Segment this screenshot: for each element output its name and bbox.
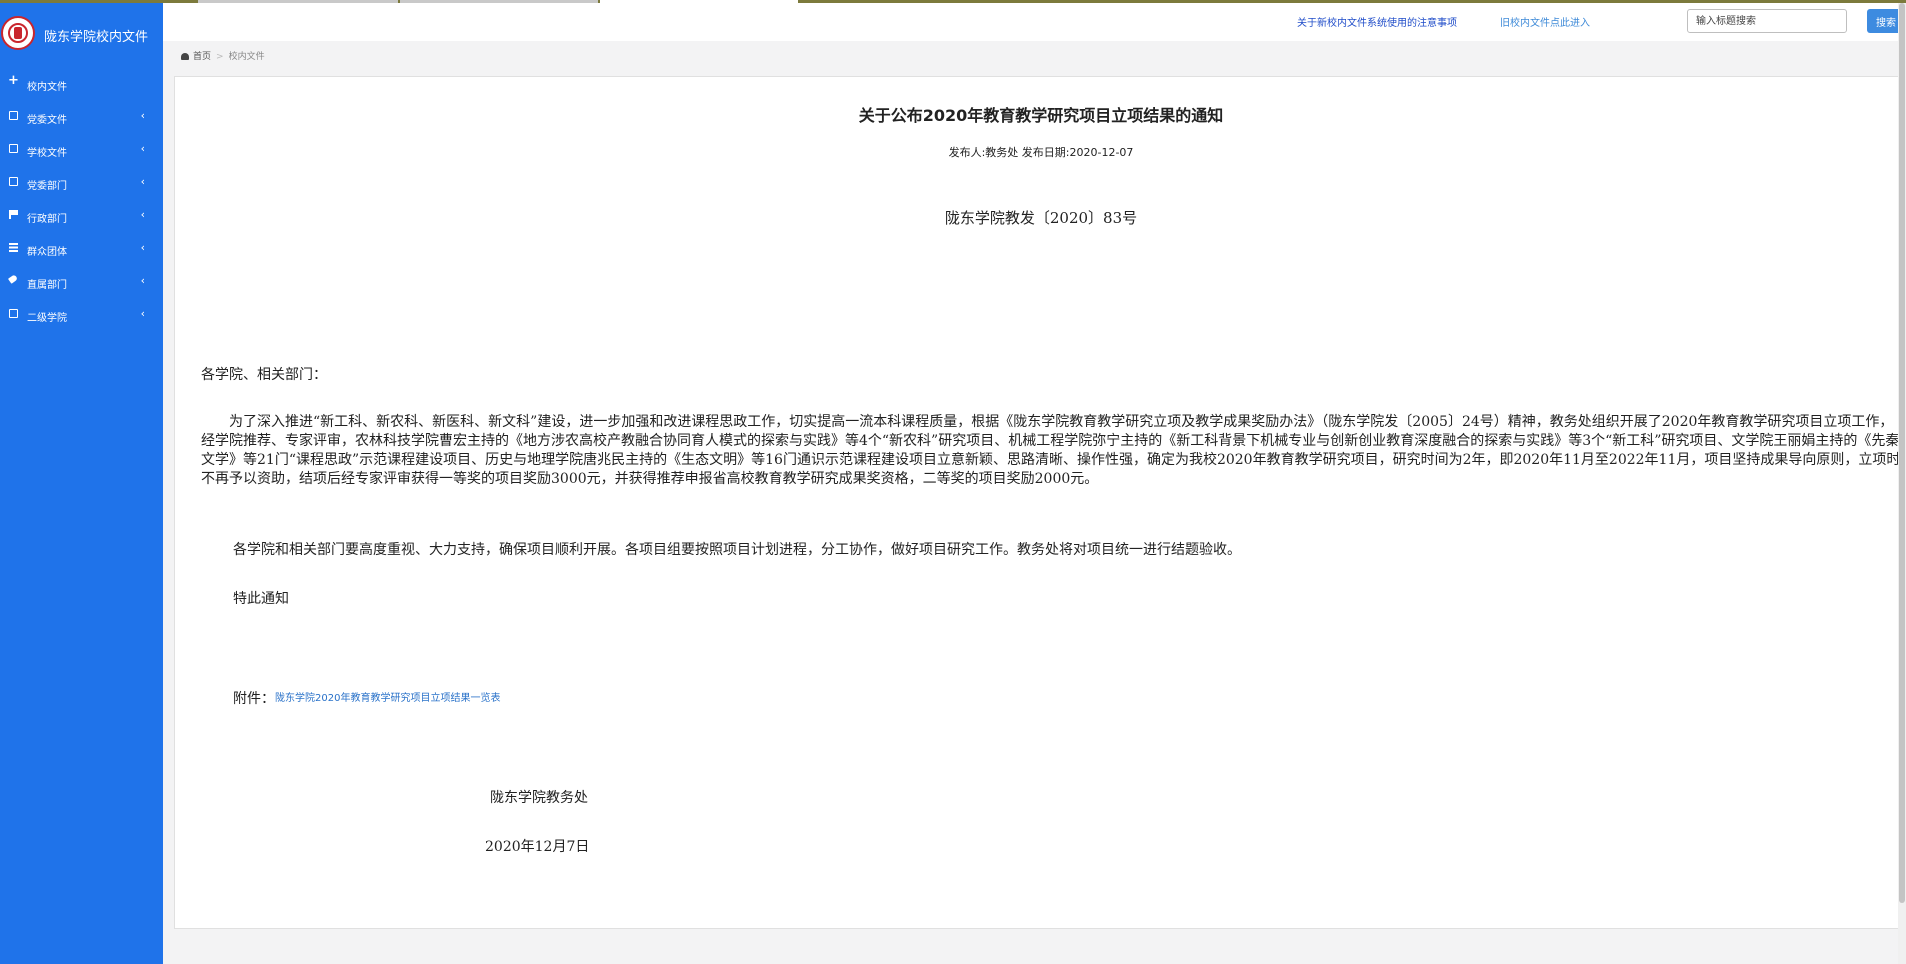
document-icon — [9, 309, 18, 318]
document-paragraph: 特此通知 — [233, 591, 289, 607]
document-title: 关于公布2020年教育教学研究项目立项结果的通知 — [858, 106, 1224, 125]
brand[interactable]: 陇东学院校内文件 — [0, 16, 163, 56]
chevron-left-icon: ‹ — [140, 175, 145, 188]
attachment-label: 附件： — [233, 691, 275, 707]
search-input[interactable] — [1687, 9, 1847, 33]
school-logo — [1, 16, 35, 50]
tag-icon — [8, 274, 18, 284]
bookmark-icon — [9, 210, 18, 219]
document-salutation: 各学院、相关部门： — [201, 367, 327, 383]
sidebar-item-mass-organizations[interactable]: 群众团体 ‹ — [0, 232, 163, 265]
home-icon — [181, 53, 189, 60]
document-icon — [9, 111, 18, 120]
sidebar-item-label: 党委部门 — [27, 181, 67, 192]
breadcrumb-current: 校内文件 — [228, 52, 265, 62]
usage-notice-link[interactable]: 关于新校内文件系统使用的注意事项 — [1297, 14, 1457, 29]
sidebar-item-affiliated-departments[interactable]: 直属部门 ‹ — [0, 265, 163, 298]
calendar-icon — [9, 243, 18, 252]
scrollbar-thumb[interactable] — [1899, 3, 1905, 903]
page-scrollbar[interactable] — [1898, 3, 1906, 964]
document-meta: 发布人:教务处 发布日期:2020-12-07 — [948, 146, 1134, 159]
sidebar-item-campus-files[interactable]: + 校内文件 — [0, 67, 163, 100]
chevron-left-icon: ‹ — [140, 241, 145, 254]
document-card: 关于公布2020年教育教学研究项目立项结果的通知 发布人:教务处 发布日期:20… — [174, 76, 1906, 929]
list-icon — [9, 177, 18, 186]
sidebar-item-label: 党委文件 — [27, 115, 67, 126]
breadcrumb-home-link[interactable]: 首页 — [193, 52, 211, 62]
sidebar-item-admin-departments[interactable]: 行政部门 ‹ — [0, 199, 163, 232]
breadcrumb-separator: > — [216, 52, 224, 62]
sidebar-item-label: 群众团体 — [27, 247, 67, 258]
chevron-left-icon: ‹ — [140, 307, 145, 320]
sidebar-nav: + 校内文件 党委文件 ‹ 学校文件 ‹ 党委部门 ‹ 行政部门 ‹ 群众团体 … — [0, 67, 163, 331]
sidebar-item-label: 直属部门 — [27, 280, 67, 291]
sidebar-item-label: 二级学院 — [27, 313, 67, 324]
sidebar-item-label: 校内文件 — [27, 82, 67, 93]
document-icon — [9, 144, 18, 153]
document-signature: 陇东学院教务处 — [490, 790, 588, 806]
document-number: 陇东学院教发〔2020〕83号 — [944, 209, 1138, 227]
chevron-left-icon: ‹ — [140, 208, 145, 221]
chevron-left-icon: ‹ — [140, 142, 145, 155]
document-paragraph: 为了深入推进“新工科、新农科、新医科、新文科”建设，进一步加强和改进课程思政工作… — [201, 414, 1901, 487]
plus-icon: + — [8, 73, 19, 88]
sidebar-item-secondary-colleges[interactable]: 二级学院 ‹ — [0, 298, 163, 331]
brand-title: 陇东学院校内文件 — [44, 30, 149, 45]
sidebar-item-label: 行政部门 — [27, 214, 67, 225]
document-paragraph: 各学院和相关部门要高度重视、大力支持，确保项目顺利开展。各项目组要按照项目计划进… — [233, 542, 1241, 558]
chevron-left-icon: ‹ — [140, 109, 145, 122]
sidebar: 陇东学院校内文件 + 校内文件 党委文件 ‹ 学校文件 ‹ 党委部门 ‹ 行政部… — [0, 3, 163, 964]
sidebar-item-school-files[interactable]: 学校文件 ‹ — [0, 133, 163, 166]
chevron-left-icon: ‹ — [140, 274, 145, 287]
document-date: 2020年12月7日 — [485, 839, 590, 855]
old-system-link[interactable]: 旧校内文件点此进入 — [1500, 14, 1590, 29]
attachment-link[interactable]: 陇东学院2020年教育教学研究项目立项结果一览表 — [275, 693, 500, 704]
attachment-line: 附件：陇东学院2020年教育教学研究项目立项结果一览表 — [233, 688, 500, 708]
top-bar: 关于新校内文件系统使用的注意事项 旧校内文件点此进入 搜索 — [163, 3, 1906, 41]
sidebar-item-party-committee-files[interactable]: 党委文件 ‹ — [0, 100, 163, 133]
breadcrumb: 首页 > 校内文件 — [181, 49, 265, 62]
sidebar-item-label: 学校文件 — [27, 148, 67, 159]
sidebar-item-party-departments[interactable]: 党委部门 ‹ — [0, 166, 163, 199]
